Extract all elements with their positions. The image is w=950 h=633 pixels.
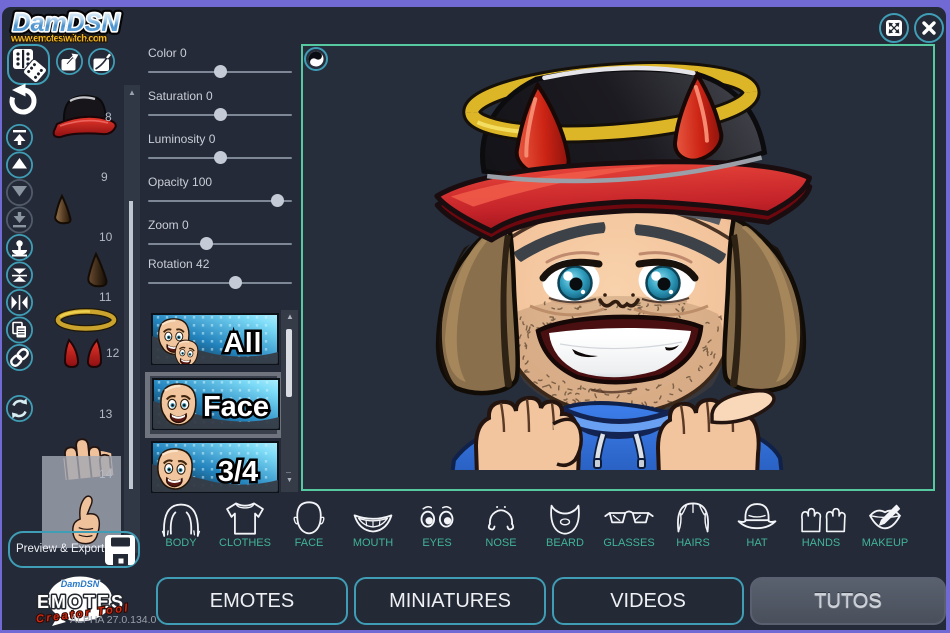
svg-text:DamDSN: DamDSN [61,579,100,589]
svg-text:Face: Face [203,391,269,423]
svg-text:3/4: 3/4 [218,456,258,488]
svg-text:All: All [224,327,263,358]
